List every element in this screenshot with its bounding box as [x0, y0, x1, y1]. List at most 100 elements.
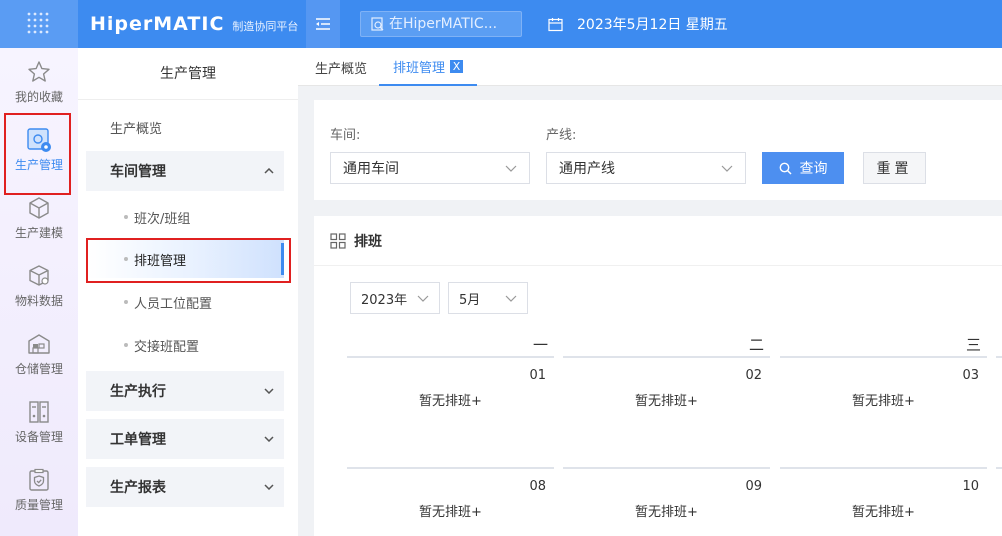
year-select[interactable]: 2023年: [350, 282, 440, 314]
sidebar-item-scheduling[interactable]: 排班管理: [88, 240, 284, 278]
warehouse-icon: [27, 331, 51, 357]
sidebar-group-workshop[interactable]: 车间管理: [86, 151, 284, 191]
rail-item-label: 生产建模: [14, 226, 63, 240]
bullet-dot: [124, 300, 128, 304]
calendar-day: 03: [962, 368, 979, 383]
logo-main-text: HiperMATIC: [90, 13, 225, 35]
schedule-title: 排班: [354, 233, 382, 250]
rail-item-production[interactable]: 生产管理: [0, 116, 78, 184]
chevron-down-icon: [417, 295, 429, 302]
menu-toggle-icon[interactable]: [306, 0, 340, 48]
sidebar-group-reports[interactable]: 生产报表: [86, 467, 284, 507]
bullet-dot: [124, 257, 128, 261]
rail-item-quality[interactable]: 质量管理: [0, 456, 78, 524]
cube-icon: [27, 195, 51, 221]
select-value: 2023年: [361, 292, 408, 308]
sidebar-group-workorder[interactable]: 工单管理: [86, 419, 284, 459]
sidebar-item-staff-station[interactable]: 人员工位配置: [88, 283, 284, 321]
line-select[interactable]: 通用产线: [546, 152, 746, 184]
line-label: 产线:: [546, 128, 577, 143]
icon-rail: 我的收藏 生产管理 生产建模 物料数据 仓储管理 设备管理 质量管理: [0, 48, 78, 536]
sidebar-item-shift[interactable]: 班次/班组: [88, 198, 284, 236]
date-text: 2023年5月12日 星期五: [577, 17, 728, 33]
sub-item-label: 班次/班组: [134, 211, 191, 227]
search-icon: [779, 162, 792, 175]
month-select[interactable]: 5月: [448, 282, 528, 314]
query-button[interactable]: 查询: [762, 152, 844, 184]
group-label: 车间管理: [110, 164, 166, 180]
rail-item-materials[interactable]: 物料数据: [0, 252, 78, 320]
chevron-down-icon: [721, 165, 733, 172]
close-icon[interactable]: X: [450, 59, 464, 73]
add-schedule-link[interactable]: 暂无排班+: [563, 390, 770, 409]
tab-bar: 生产概览 排班管理 X: [298, 48, 1002, 86]
secondary-sidebar: 生产管理 生产概览 车间管理 班次/班组 排班管理 人员工位配置 交接班配置 生…: [78, 48, 298, 536]
weekday-header: 一: [347, 334, 554, 358]
bullet-dot: [124, 343, 128, 347]
workshop-label: 车间:: [330, 128, 361, 143]
search-icon: [371, 16, 384, 31]
rail-item-label: 设备管理: [14, 430, 63, 444]
sidebar-group-execution[interactable]: 生产执行: [86, 371, 284, 411]
chevron-down-icon: [264, 436, 274, 442]
sidebar-title: 生产管理: [78, 48, 298, 100]
chevron-down-icon: [264, 484, 274, 490]
calendar-day: 09: [745, 479, 762, 494]
app-grid-icon[interactable]: [0, 0, 78, 48]
tab-overview[interactable]: 生产概览: [315, 48, 367, 86]
reset-button[interactable]: 重置: [863, 152, 926, 184]
rail-item-label: 我的收藏: [14, 90, 63, 104]
group-label: 工单管理: [110, 432, 166, 448]
top-bar: HiperMATIC 制造协同平台 2023年5月12日 星期五: [0, 0, 1002, 48]
calendar-day: 01: [529, 368, 546, 383]
search-input[interactable]: [389, 16, 519, 32]
date-display: 2023年5月12日 星期五: [548, 0, 728, 48]
rail-item-modeling[interactable]: 生产建模: [0, 184, 78, 252]
logo[interactable]: HiperMATIC 制造协同平台: [90, 0, 298, 48]
add-schedule-link[interactable]: 暂无排班+: [347, 501, 554, 520]
add-schedule-link[interactable]: 暂无排班+: [780, 501, 987, 520]
add-schedule-link[interactable]: 暂无排班+: [780, 390, 987, 409]
rail-item-label: 物料数据: [14, 294, 63, 308]
rail-item-label: 生产管理: [14, 158, 63, 172]
add-schedule-link[interactable]: 暂无排班+: [347, 390, 554, 409]
workshop-select[interactable]: 通用车间: [330, 152, 530, 184]
sub-item-label: 人员工位配置: [134, 296, 213, 312]
production-icon: [26, 127, 52, 153]
row-divider: [563, 467, 770, 469]
sub-item-label: 交接班配置: [134, 339, 200, 355]
star-icon: [27, 59, 51, 85]
calendar-icon: [548, 17, 563, 31]
grid-icon: [330, 232, 346, 249]
logo-sub-text: 制造协同平台: [232, 19, 299, 33]
calendar-day: 08: [529, 479, 546, 494]
global-search[interactable]: [360, 11, 522, 37]
query-label: 查询: [799, 161, 828, 177]
chevron-down-icon: [264, 388, 274, 394]
calendar-day: 02: [745, 368, 762, 383]
filter-panel: 车间: 通用车间 产线: 通用产线 查询 重置: [314, 100, 1002, 200]
chevron-down-icon: [505, 295, 517, 302]
rail-item-warehouse[interactable]: 仓储管理: [0, 320, 78, 388]
tab-label: 生产概览: [315, 61, 368, 77]
schedule-header: 排班: [314, 216, 1002, 266]
device-icon: [27, 399, 51, 425]
sidebar-item-overview[interactable]: 生产概览: [110, 118, 162, 137]
chevron-down-icon: [505, 165, 517, 172]
box-icon: [27, 263, 51, 289]
rail-item-equipment[interactable]: 设备管理: [0, 388, 78, 456]
sidebar-item-handover[interactable]: 交接班配置: [88, 326, 284, 364]
tab-label: 排班管理: [393, 60, 446, 76]
bullet-dot: [124, 215, 128, 219]
select-value: 通用产线: [559, 161, 615, 177]
row-divider: [996, 467, 1002, 469]
weekday-header: 二: [563, 334, 770, 358]
schedule-panel: 排班 2023年 5月 一 二 三 01 02 03 暂无排班+ 暂无排班+ 暂…: [314, 216, 1002, 536]
tab-scheduling[interactable]: 排班管理 X: [379, 48, 478, 86]
calendar-day: 10: [962, 479, 979, 494]
group-label: 生产执行: [110, 384, 166, 400]
add-schedule-link[interactable]: 暂无排班+: [563, 501, 770, 520]
sub-item-label: 排班管理: [134, 253, 187, 269]
quality-shield-icon: [27, 467, 51, 493]
rail-item-favorites[interactable]: 我的收藏: [0, 48, 78, 116]
